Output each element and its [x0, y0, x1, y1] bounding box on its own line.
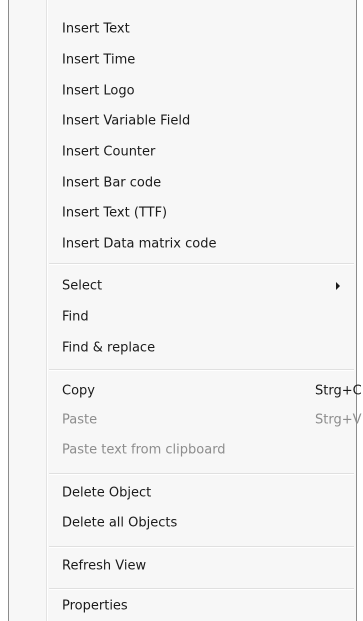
- menu-item-paste-text-from-clipboard: Paste text from clipboard: [11, 436, 354, 464]
- menu-item-insert-counter[interactable]: Insert Counter: [11, 138, 354, 166]
- menu-item-delete-object[interactable]: Delete Object: [11, 479, 354, 507]
- menu-item-insert-data-matrix-code[interactable]: Insert Data matrix code: [11, 230, 354, 258]
- menu-item-label: Properties: [62, 598, 128, 614]
- menu-separator: [49, 546, 354, 548]
- menu-item-find[interactable]: Find: [11, 303, 354, 331]
- menu-item-label: Insert Text: [62, 21, 130, 37]
- menu-item-label: Select: [62, 278, 103, 294]
- menu-item-select[interactable]: Select: [11, 272, 354, 300]
- menu-item-insert-text-ttf[interactable]: Insert Text (TTF): [11, 199, 354, 227]
- menu-item-label: Insert Text (TTF): [62, 205, 168, 221]
- menu-item-label: Find & replace: [62, 340, 156, 356]
- menu-item-label: Refresh View: [62, 558, 147, 574]
- menu-item-label: Insert Counter: [62, 144, 156, 160]
- menu-item-insert-bar-code[interactable]: Insert Bar code: [11, 169, 354, 197]
- menu-item-delete-all-objects[interactable]: Delete all Objects: [11, 509, 354, 537]
- chevron-right-icon: [336, 282, 340, 290]
- menu-item-copy[interactable]: Copy Strg+C: [11, 377, 362, 405]
- menu-separator: [49, 473, 354, 475]
- menu-item-label: Insert Variable Field: [62, 113, 191, 129]
- menu-item-insert-variable-field[interactable]: Insert Variable Field: [11, 107, 354, 135]
- menu-separator: [49, 263, 354, 265]
- menu-item-shortcut: Strg+V: [315, 412, 362, 428]
- menu-item-label: Paste text from clipboard: [62, 442, 226, 458]
- menu-item-label: Insert Data matrix code: [62, 236, 217, 252]
- menu-item-label: Delete Object: [62, 485, 152, 501]
- menu-item-paste: Paste Strg+V: [11, 406, 362, 434]
- menu-item-properties[interactable]: Properties: [11, 592, 354, 620]
- menu-item-label: Find: [62, 309, 89, 325]
- menu-item-label: Insert Time: [62, 52, 136, 68]
- menu-item-label: Insert Bar code: [62, 175, 162, 191]
- menu-item-refresh-view[interactable]: Refresh View: [11, 552, 354, 580]
- menu-item-insert-logo[interactable]: Insert Logo: [11, 77, 354, 105]
- context-menu: Insert Text Insert Time Insert Logo Inse…: [8, 0, 362, 621]
- menu-item-insert-text[interactable]: Insert Text: [11, 15, 354, 43]
- menu-separator: [49, 369, 354, 371]
- menu-item-shortcut: Strg+C: [315, 383, 362, 399]
- menu-item-label: Copy: [62, 383, 95, 399]
- menu-item-find-replace[interactable]: Find & replace: [11, 334, 354, 362]
- menu-item-label: Delete all Objects: [62, 515, 178, 531]
- menu-item-insert-time[interactable]: Insert Time: [11, 46, 354, 74]
- menu-item-label: Paste: [62, 412, 98, 428]
- menu-item-label: Insert Logo: [62, 83, 135, 99]
- menu-separator: [49, 588, 354, 590]
